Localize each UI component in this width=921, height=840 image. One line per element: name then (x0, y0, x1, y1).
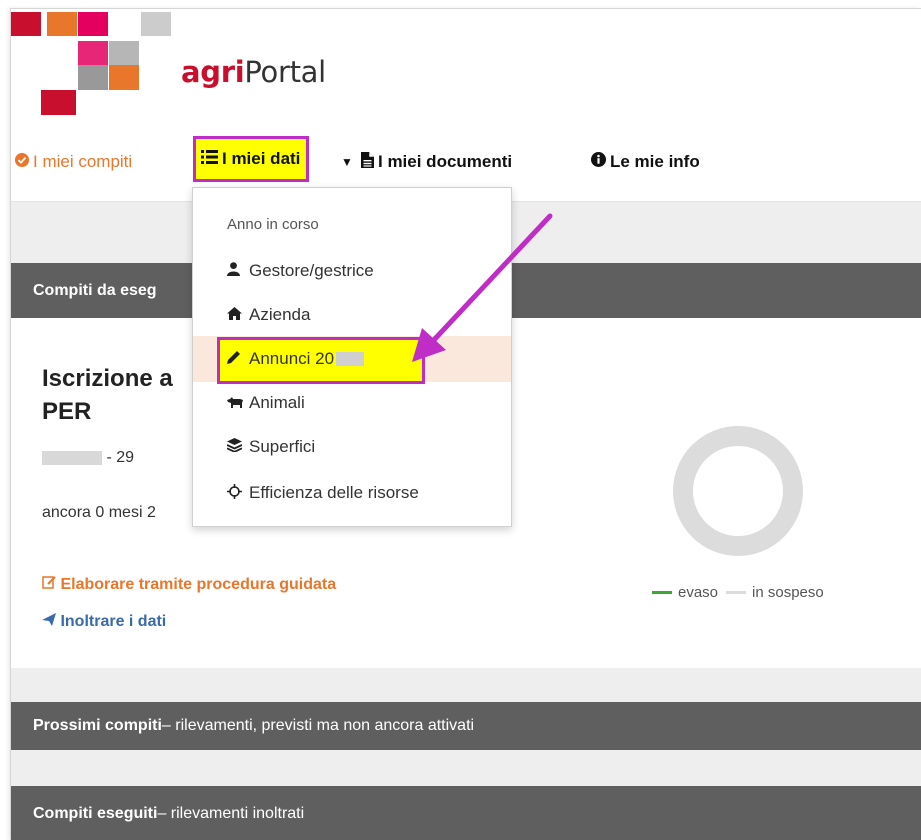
my-data-dropdown: Anno in corso Gestore/gestrice Azienda A… (192, 187, 512, 527)
user-icon (227, 262, 249, 280)
list-icon (201, 149, 218, 169)
dropdown-header: Anno in corso (227, 216, 319, 233)
nav-my-documents-label: I miei documenti (378, 152, 513, 171)
paper-plane-icon (42, 613, 60, 630)
menu-item-efficiency[interactable]: Efficienza delle risorse (193, 470, 511, 516)
app-window: agriPortal I miei compiti I miei dati ▼ … (10, 8, 921, 840)
header: agriPortal (11, 9, 921, 116)
legend-done-swatch (652, 591, 672, 594)
cow-icon (227, 395, 249, 412)
nav-my-info-label: Le mie info (610, 152, 700, 171)
check-circle-icon (15, 152, 29, 172)
nav-my-data[interactable]: I miei dati (193, 136, 310, 182)
legend-done-label: evaso (678, 584, 719, 601)
task-dates: - 29 (42, 449, 134, 467)
edit-icon (42, 576, 60, 593)
redacted-year (336, 352, 365, 366)
task-remaining: ancora 0 mesi 2 (42, 504, 156, 521)
nav-my-documents[interactable]: I miei documenti (361, 146, 512, 178)
nav-my-tasks[interactable]: I miei compiti (15, 146, 132, 178)
legend-pending-label: in sospeso (752, 584, 824, 601)
caret-down-icon[interactable]: ▼ (341, 146, 353, 178)
layers-icon (226, 438, 249, 456)
section-header-done[interactable]: Compiti eseguiti – rilevamenti inoltrati (11, 786, 921, 840)
chart-legend: evaso in sospeso (652, 584, 824, 601)
progress-donut-chart (673, 426, 803, 556)
agriportal-logo[interactable] (11, 9, 181, 116)
info-icon (591, 152, 606, 172)
redacted-date (42, 450, 102, 465)
wizard-link[interactable]: Elaborare tramite procedura guidata (42, 575, 336, 594)
nav-my-data-label: I miei dati (222, 149, 301, 168)
document-icon (361, 151, 374, 173)
task-title-line2: PER (42, 398, 92, 425)
send-data-link[interactable]: Inoltrare i dati (42, 613, 166, 631)
section-header-next[interactable]: Prossimi compiti – rilevamenti, previsti… (11, 702, 921, 750)
task-title: Iscrizione a (42, 365, 173, 392)
crosshair-icon (227, 483, 249, 503)
home-icon (227, 306, 249, 324)
menu-item-announcements-label[interactable]: Annunci 20 (193, 336, 511, 382)
nav-my-tasks-label: I miei compiti (33, 152, 133, 171)
menu-item-farm[interactable]: Azienda (193, 292, 511, 338)
legend-pending-swatch (726, 591, 747, 594)
menu-item-manager[interactable]: Gestore/gestrice (193, 248, 511, 294)
menu-item-animals[interactable]: Animali (193, 380, 511, 426)
menu-item-surfaces[interactable]: Superfici (193, 424, 511, 470)
brand-name: agriPortal (181, 55, 326, 89)
pencil-icon (227, 350, 249, 368)
nav-my-info[interactable]: Le mie info (591, 146, 700, 178)
